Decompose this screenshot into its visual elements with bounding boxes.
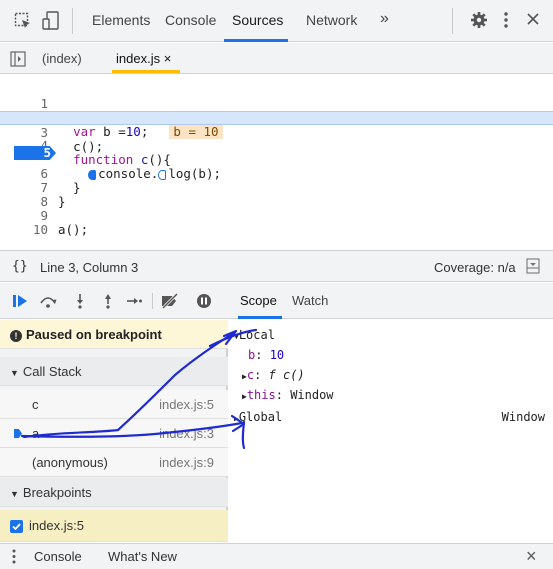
- step-icon[interactable]: [124, 291, 144, 311]
- pause-on-exceptions-icon[interactable]: [194, 291, 214, 311]
- pretty-print-button[interactable]: {}: [12, 259, 28, 274]
- file-tab-index-js[interactable]: index.js ×: [116, 51, 171, 66]
- file-tab-bar: (index) index.js ×: [0, 43, 553, 74]
- paused-banner: ! Paused on breakpoint: [0, 320, 228, 349]
- code-line: 6 }: [0, 153, 553, 195]
- close-devtools-icon[interactable]: [526, 12, 540, 29]
- current-execution-line: 3 c();: [0, 111, 553, 154]
- kebab-menu-icon[interactable]: [503, 11, 509, 32]
- tab-sources[interactable]: Sources: [232, 12, 283, 28]
- call-frame[interactable]: (anonymous) index.js:9: [0, 448, 228, 477]
- call-frame[interactable]: c index.js:5: [0, 390, 228, 419]
- debugger-sidebar: ! Paused on breakpoint ▼ Call Stack c inde…: [0, 320, 228, 542]
- breakpoints-header[interactable]: ▼ Breakpoints: [0, 478, 228, 507]
- cursor-position: Line 3, Column 3: [40, 260, 139, 275]
- code-line: 8: [0, 181, 553, 209]
- code-line: 2 var b =10; b = 10: [0, 97, 553, 139]
- tab-network[interactable]: Network: [306, 12, 357, 28]
- scope-var-b: b: 10: [248, 348, 285, 362]
- drawer-tab-whats-new[interactable]: What's New: [108, 549, 177, 564]
- chevron-down-icon: ▼: [10, 489, 19, 499]
- step-into-icon[interactable]: [70, 291, 90, 311]
- toggle-navigator-icon[interactable]: [10, 51, 26, 70]
- breakpoint-item[interactable]: index.js:5: [0, 510, 228, 542]
- more-tabs-button[interactable]: »: [380, 10, 389, 28]
- step-out-icon[interactable]: [98, 291, 118, 311]
- code-line: 5 console.log(b);: [0, 139, 553, 181]
- scope-global-value: Window: [501, 410, 545, 424]
- deactivate-breakpoints-icon[interactable]: [160, 291, 180, 311]
- devtools-tab-bar: Elements Console Sources Network »: [0, 0, 553, 42]
- tab-elements[interactable]: Elements: [92, 12, 150, 28]
- code-line: 1 function a() {: [0, 83, 553, 125]
- scope-local[interactable]: ▼Local: [234, 328, 275, 342]
- active-tab-indicator: [224, 39, 288, 42]
- chevron-down-icon: ▼: [10, 368, 19, 378]
- scope-global[interactable]: ▶Global: [234, 410, 282, 424]
- scope-var-this[interactable]: ▶this: Window: [242, 388, 334, 402]
- code-text: a();: [58, 222, 89, 237]
- scope-var-c[interactable]: ▶c: f c(): [242, 368, 305, 382]
- line-number[interactable]: 10: [0, 223, 52, 237]
- tab-watch[interactable]: Watch: [292, 293, 328, 308]
- active-file-indicator: [112, 70, 180, 73]
- drawer-tab-console[interactable]: Console: [34, 549, 82, 564]
- call-frame-active[interactable]: a index.js:3: [0, 419, 228, 448]
- toggle-panel-icon[interactable]: [526, 258, 540, 277]
- editor-status-bar: {} Line 3, Column 3 Coverage: n/a: [0, 250, 553, 282]
- code-line: 9 a();: [0, 195, 553, 237]
- code-line: 7 }: [0, 167, 553, 209]
- close-drawer-button[interactable]: ×: [526, 546, 537, 567]
- drawer-menu-icon[interactable]: [12, 549, 16, 567]
- tab-console[interactable]: Console: [165, 12, 216, 28]
- settings-gear-icon[interactable]: [470, 11, 488, 32]
- code-line: 4 function c(){: [0, 125, 553, 167]
- breakpoint-checkbox[interactable]: [10, 520, 23, 534]
- scope-watch-tabs: Scope Watch: [230, 283, 553, 319]
- debugger-toolbar: [0, 283, 230, 319]
- step-over-icon[interactable]: [38, 291, 58, 311]
- info-icon: !: [10, 329, 22, 342]
- tab-scope[interactable]: Scope: [240, 293, 277, 308]
- bottom-drawer: Console What's New ×: [0, 543, 553, 569]
- coverage-label: Coverage: n/a: [434, 260, 516, 275]
- code-line: 10: [0, 209, 553, 237]
- device-toolbar-icon[interactable]: [42, 11, 60, 34]
- call-stack-header[interactable]: ▼ Call Stack: [0, 357, 228, 386]
- active-tab-indicator: [238, 316, 282, 319]
- scope-panel: ▼Local b: 10 ▶c: f c() ▶this: Window ▶Gl…: [230, 320, 553, 542]
- file-tab-index-html[interactable]: (index): [42, 51, 82, 66]
- inspect-element-icon[interactable]: [14, 12, 32, 33]
- resume-icon[interactable]: [10, 291, 30, 311]
- current-frame-arrow-icon: [14, 429, 22, 438]
- code-editor[interactable]: 1 function a() { 2 var b =10; b = 10 3 c…: [0, 75, 553, 247]
